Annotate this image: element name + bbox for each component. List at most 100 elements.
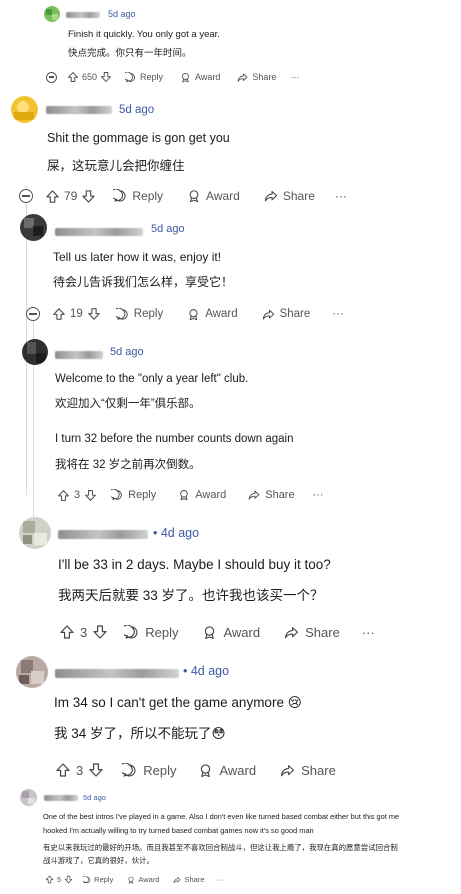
upvote-icon[interactable] (52, 307, 66, 321)
downvote-icon[interactable] (81, 189, 96, 204)
avatar[interactable] (44, 6, 60, 22)
comment-actions: 3 Reply Award Share ··· (59, 622, 375, 642)
share-icon (173, 876, 181, 884)
username-blurred[interactable] (44, 795, 78, 801)
collapse-thread-button[interactable] (26, 307, 40, 321)
award-button[interactable]: Award (127, 875, 159, 884)
avatar[interactable] (20, 789, 37, 806)
downvote-icon[interactable] (100, 71, 112, 83)
comment-timestamp: • 4d ago (153, 526, 200, 540)
comment-translation: 屎，这玩意儿会把你缠住 (47, 159, 185, 173)
share-icon (280, 763, 295, 778)
more-options-button[interactable]: ··· (332, 308, 344, 320)
reply-button[interactable]: Reply (125, 72, 163, 83)
share-button[interactable]: Share (248, 489, 295, 501)
comment-timestamp: 5d ago (151, 223, 185, 235)
comment-actions: 3 Reply Award Share (55, 760, 336, 780)
comment-timestamp: 5d ago (119, 104, 155, 116)
reply-button[interactable]: Reply (116, 308, 163, 321)
award-icon (180, 72, 191, 83)
more-options-button[interactable]: ··· (362, 625, 375, 640)
comment-timestamp: 5d ago (83, 793, 106, 802)
upvote-icon[interactable] (57, 489, 70, 502)
comment-translation: 快点完成。你只有一年时间。 (68, 48, 192, 59)
share-icon (284, 625, 299, 640)
comment-text: One of the best intros I've played in a … (43, 812, 400, 821)
share-icon (262, 308, 275, 321)
username-blurred[interactable] (55, 351, 103, 359)
avatar[interactable] (19, 517, 51, 549)
comment-timestamp: 5d ago (110, 346, 144, 358)
comment-text: Shit the gommage is gon get you (47, 131, 230, 145)
username-blurred[interactable] (66, 12, 100, 18)
vote-count: 79 (64, 189, 78, 203)
upvote-icon[interactable] (45, 189, 60, 204)
reply-button[interactable]: Reply (83, 875, 113, 884)
avatar[interactable] (22, 339, 48, 365)
share-icon (264, 189, 278, 203)
comment-text: Welcome to the "only a year left" club. (55, 373, 249, 385)
downvote-icon[interactable] (87, 307, 101, 321)
username-blurred[interactable] (46, 106, 112, 114)
comment-actions: 79 Reply Award Share ··· (19, 187, 347, 205)
upvote-icon[interactable] (55, 762, 71, 778)
upvote-icon[interactable] (45, 875, 54, 884)
username-blurred[interactable] (55, 669, 179, 678)
downvote-icon[interactable] (84, 489, 97, 502)
share-button[interactable]: Share (264, 189, 315, 203)
reply-button[interactable]: Reply (124, 624, 178, 640)
comment-translation: 待会儿告诉我们怎么样，享受它！ (53, 275, 234, 289)
award-button[interactable]: Award (178, 489, 226, 501)
vote-count: 650 (82, 72, 98, 82)
comment-translation: 我 34 岁了，所以不能玩了😳 (54, 726, 226, 741)
downvote-icon[interactable] (88, 762, 104, 778)
reply-button[interactable]: Reply (113, 189, 163, 203)
vote-count: 3 (74, 489, 81, 501)
upvote-icon[interactable] (67, 71, 79, 83)
avatar[interactable] (16, 656, 48, 688)
comment-actions: 19 Reply Award Share ··· (26, 305, 344, 323)
reply-icon (116, 308, 129, 321)
more-options-button[interactable]: ··· (217, 875, 225, 884)
share-icon (237, 72, 248, 83)
comment-translation: 有史以来我玩过的最好的开场。而且我甚至不喜欢回合制战斗，但这让我上瘾了，我现在真… (43, 843, 398, 852)
thread-elbow (33, 325, 34, 326)
award-icon (187, 308, 200, 321)
more-options-button[interactable]: ··· (290, 72, 299, 82)
award-icon (127, 876, 135, 884)
award-button[interactable]: Award (180, 72, 220, 83)
username-blurred[interactable] (55, 228, 143, 236)
downvote-icon[interactable] (64, 875, 73, 884)
award-button[interactable]: Award (198, 763, 256, 778)
downvote-icon[interactable] (92, 624, 108, 640)
reply-button[interactable]: Reply (122, 762, 176, 778)
vote-count: 5 (57, 875, 62, 884)
share-button[interactable]: Share (284, 625, 340, 640)
reply-icon (124, 625, 139, 640)
award-button[interactable]: Award (187, 308, 238, 321)
username-blurred[interactable] (58, 530, 148, 539)
avatar[interactable] (11, 96, 38, 123)
share-button[interactable]: Share (262, 308, 310, 321)
comment-translation: 我两天后就要 33 岁了。也许我也该买一个？ (58, 588, 324, 603)
award-button[interactable]: Award (187, 189, 240, 203)
upvote-icon[interactable] (59, 624, 75, 640)
share-button[interactable]: Share (280, 763, 336, 778)
award-icon (178, 489, 190, 501)
more-options-button[interactable]: ··· (335, 189, 347, 203)
reply-icon (125, 72, 136, 83)
comment-timestamp: 5d ago (108, 9, 136, 19)
more-options-button[interactable]: ··· (313, 489, 324, 501)
reply-button[interactable]: Reply (111, 489, 156, 501)
avatar[interactable] (20, 214, 47, 241)
collapse-thread-button[interactable] (46, 71, 57, 83)
collapse-thread-button[interactable] (19, 189, 33, 203)
share-icon (248, 489, 260, 501)
comment-text: I turn 32 before the number counts down … (55, 433, 294, 445)
comment-translation: 战斗游戏了，它真的很好，伙计。 (43, 856, 154, 865)
share-button[interactable]: Share (237, 72, 276, 83)
award-icon (198, 763, 213, 778)
share-button[interactable]: Share (173, 875, 205, 884)
reply-icon (83, 876, 91, 884)
award-button[interactable]: Award (202, 625, 260, 640)
